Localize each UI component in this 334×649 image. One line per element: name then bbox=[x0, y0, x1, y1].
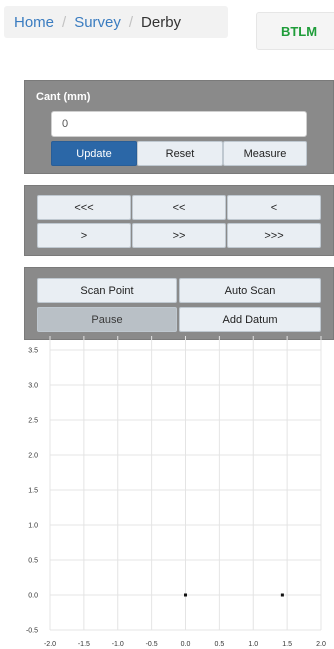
data-point bbox=[184, 593, 187, 597]
y-tick-label: 1.0 bbox=[28, 523, 38, 530]
y-tick-label: 2.5 bbox=[28, 418, 38, 425]
measure-button[interactable]: Measure bbox=[223, 141, 307, 166]
y-tick-label: 1.5 bbox=[28, 488, 38, 495]
x-tick-label: -1.5 bbox=[78, 641, 90, 648]
jump-forward-button[interactable]: >> bbox=[132, 223, 226, 248]
data-point bbox=[280, 593, 284, 597]
breadcrumb-current: Derby bbox=[141, 13, 182, 31]
add-datum-button[interactable]: Add Datum bbox=[179, 307, 321, 332]
chart-y-axis: -0.5 0.0 0.5 1.0 1.5 2.0 2.5 3.0 3.5 bbox=[26, 348, 38, 635]
y-tick-label: 0.5 bbox=[28, 558, 38, 565]
breadcrumb-separator: / bbox=[128, 13, 134, 31]
chart-x-axis: -2.0 -1.5 -1.0 -0.5 0.0 0.5 1.0 1.5 2.0 bbox=[44, 641, 326, 648]
breadcrumb: Home / Survey / Derby bbox=[4, 6, 228, 38]
auto-scan-button[interactable]: Auto Scan bbox=[179, 278, 321, 303]
btlm-button[interactable]: BTLM bbox=[256, 12, 334, 50]
x-tick-label: -2.0 bbox=[44, 641, 56, 648]
y-tick-label: 2.0 bbox=[28, 453, 38, 460]
nav-panel: <<< << < > >> >>> bbox=[24, 185, 334, 256]
x-tick-label: 1.0 bbox=[248, 641, 258, 648]
cant-panel: Cant (mm) Update Reset Measure bbox=[24, 80, 334, 174]
breadcrumb-survey-link[interactable]: Survey bbox=[74, 14, 121, 31]
y-tick-label: 0.0 bbox=[28, 593, 38, 600]
scan-point-button[interactable]: Scan Point bbox=[37, 278, 177, 303]
jump-back-button[interactable]: << bbox=[132, 195, 226, 220]
breadcrumb-home-link[interactable]: Home bbox=[14, 14, 54, 31]
update-button[interactable]: Update bbox=[51, 141, 137, 166]
y-tick-label: -0.5 bbox=[26, 628, 38, 635]
step-back-button[interactable]: < bbox=[227, 195, 321, 220]
y-tick-label: 3.0 bbox=[28, 383, 38, 390]
x-tick-label: 0.5 bbox=[215, 641, 225, 648]
cant-input[interactable] bbox=[51, 111, 307, 137]
x-tick-label: 2.0 bbox=[316, 641, 326, 648]
jump-back-far-button[interactable]: <<< bbox=[37, 195, 131, 220]
scan-chart: -0.5 0.0 0.5 1.0 1.5 2.0 2.5 3.0 3.5 -2.0 -1.5 -1.… bbox=[26, 336, 326, 648]
chart-grid bbox=[49, 336, 322, 631]
cant-label: Cant (mm) bbox=[36, 91, 91, 103]
reset-button[interactable]: Reset bbox=[137, 141, 223, 166]
x-tick-label: 1.5 bbox=[282, 641, 292, 648]
jump-forward-far-button[interactable]: >>> bbox=[227, 223, 321, 248]
y-tick-label: 3.5 bbox=[28, 348, 38, 355]
step-forward-button[interactable]: > bbox=[37, 223, 131, 248]
x-tick-label: -1.0 bbox=[112, 641, 124, 648]
x-tick-label: -0.5 bbox=[146, 641, 158, 648]
breadcrumb-separator: / bbox=[62, 13, 67, 31]
x-tick-label: 0.0 bbox=[181, 641, 191, 648]
pause-button[interactable]: Pause bbox=[37, 307, 177, 332]
